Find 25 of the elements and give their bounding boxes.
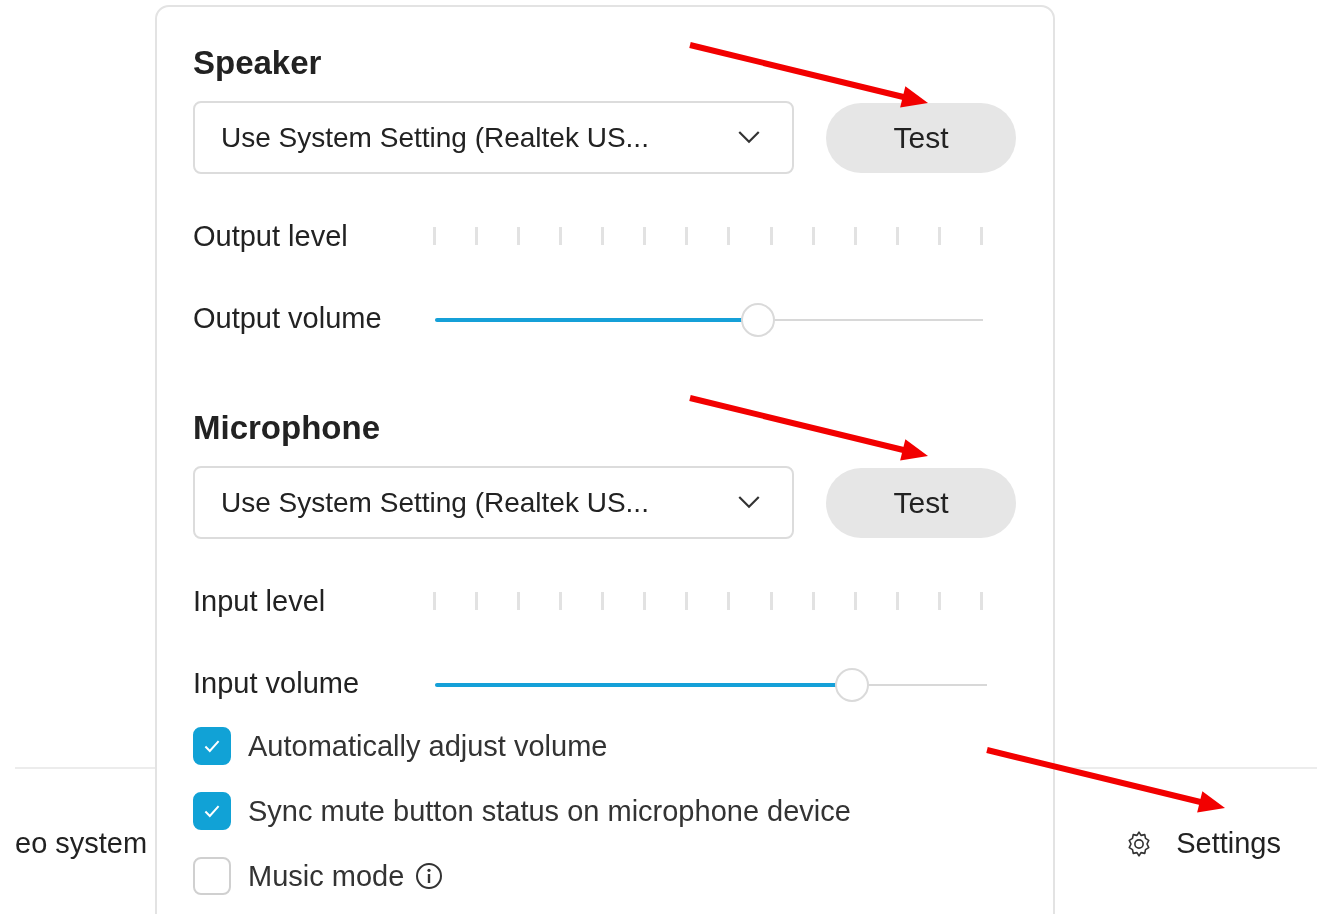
option-label: Sync mute button status on microphone device — [248, 794, 851, 828]
checkbox[interactable] — [193, 727, 231, 765]
settings-button[interactable]: Settings — [1124, 827, 1281, 860]
option-label: Automatically adjust volume — [248, 729, 608, 763]
level-label: Input level — [193, 584, 327, 618]
info-icon[interactable] — [415, 862, 444, 890]
footer-text: eo system — [15, 827, 148, 860]
section-heading: Speaker — [193, 43, 322, 83]
option-label: Music mode — [248, 859, 405, 893]
level-label: Output level — [193, 219, 349, 253]
volume-slider[interactable] — [435, 668, 987, 702]
checkbox[interactable] — [193, 792, 231, 830]
section-heading: Microphone — [193, 408, 380, 448]
chevron-down-icon — [738, 131, 760, 144]
test-button[interactable]: Test — [826, 102, 1016, 173]
device-dropdown[interactable]: Use System Setting (Realtek US... — [193, 466, 794, 539]
slider-thumb[interactable] — [741, 303, 776, 337]
chevron-down-icon — [738, 496, 760, 509]
slider-thumb[interactable] — [834, 668, 869, 702]
volume-slider[interactable] — [435, 303, 983, 337]
device-dropdown[interactable]: Use System Setting (Realtek US... — [193, 101, 794, 174]
volume-label: Output volume — [193, 301, 383, 335]
test-button[interactable]: Test — [826, 467, 1016, 538]
volume-label: Input volume — [193, 666, 361, 700]
checkbox[interactable] — [193, 857, 231, 895]
